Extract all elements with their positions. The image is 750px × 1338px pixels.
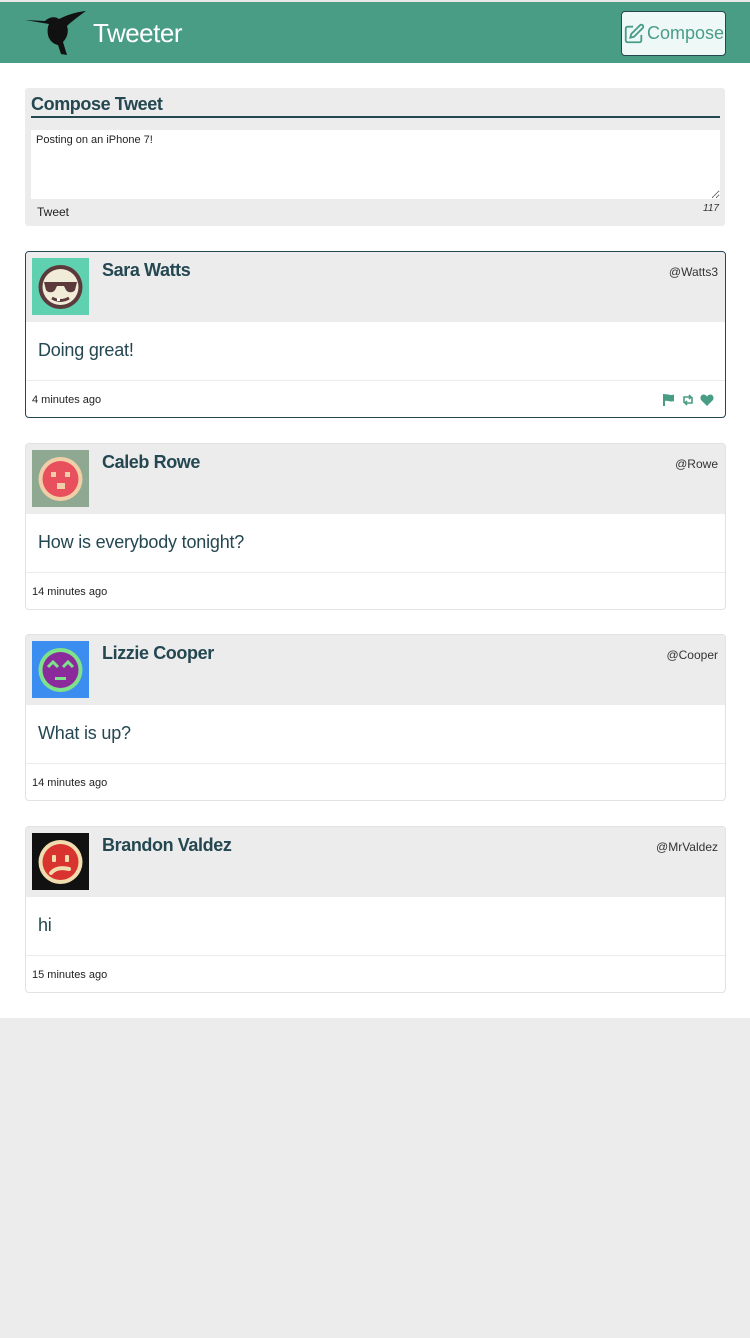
tweet-content: How is everybody tonight? — [38, 532, 245, 552]
tweet-timestamp: 15 minutes ago — [32, 969, 108, 981]
tweet-author-name: Caleb Rowe — [102, 452, 201, 472]
tweet-divider — [26, 380, 725, 381]
tweet-divider — [26, 955, 725, 956]
compose-tweet-title: Compose Tweet — [31, 94, 720, 118]
tweet-author-name: Sara Watts — [102, 260, 191, 280]
tweet-header: Caleb Rowe @Rowe — [26, 444, 725, 514]
compose-tweet-panel: Compose Tweet Tweet 117 — [25, 88, 725, 226]
compose-button-label: Compose — [646, 23, 725, 43]
tweet-header: Lizzie Cooper @Cooper — [26, 635, 725, 705]
tweet-divider — [26, 763, 725, 764]
surprised-face-avatar — [32, 450, 89, 507]
tweet-header: Sara Watts @Watts3 — [26, 252, 725, 322]
tweet-card: Caleb Rowe @Rowe How is everybody tonigh… — [25, 443, 726, 610]
tweet-author-name: Brandon Valdez — [102, 835, 232, 855]
happy-face-avatar — [32, 641, 89, 698]
top-nav: Tweeter Compose — [0, 0, 750, 63]
main-content: Compose Tweet Tweet 117 Sara Watts @Watt… — [0, 63, 750, 1018]
tweet-author-handle: @Rowe — [675, 457, 718, 471]
character-counter: 117 — [703, 203, 719, 214]
app-title: Tweeter — [93, 18, 183, 48]
tweet-author-handle: @Cooper — [666, 648, 718, 662]
tweet-card: Lizzie Cooper @Cooper What is up? 14 min… — [25, 634, 726, 801]
tweet-textarea[interactable] — [31, 130, 720, 199]
tweet-content: What is up? — [38, 723, 131, 743]
edit-icon — [624, 23, 645, 43]
tweet-author-handle: @MrValdez — [656, 840, 718, 854]
heart-icon[interactable] — [700, 393, 714, 407]
sad-face-avatar — [32, 833, 89, 890]
tweet-divider — [26, 572, 725, 573]
tweet-card: Sara Watts @Watts3 Doing great! 4 minute… — [25, 251, 726, 418]
tweet-submit-button[interactable]: Tweet — [37, 205, 69, 219]
tweet-author-name: Lizzie Cooper — [102, 643, 214, 663]
page-footer-area — [0, 1018, 750, 1338]
tweet-card: Brandon Valdez @MrValdez hi 15 minutes a… — [25, 826, 726, 993]
tweet-timestamp: 4 minutes ago — [32, 394, 102, 406]
tweet-content: hi — [38, 915, 52, 935]
hummingbird-logo-icon — [25, 11, 86, 55]
tweet-author-handle: @Watts3 — [668, 265, 718, 279]
flag-icon[interactable] — [662, 393, 676, 407]
retweet-icon[interactable] — [681, 393, 695, 407]
tweet-actions — [662, 393, 714, 407]
tweet-content: Doing great! — [38, 340, 134, 360]
sunglasses-face-avatar — [32, 258, 89, 315]
tweet-header: Brandon Valdez @MrValdez — [26, 827, 725, 897]
tweet-timestamp: 14 minutes ago — [32, 777, 108, 789]
compose-button[interactable]: Compose — [621, 11, 726, 56]
tweet-timestamp: 14 minutes ago — [32, 586, 108, 598]
